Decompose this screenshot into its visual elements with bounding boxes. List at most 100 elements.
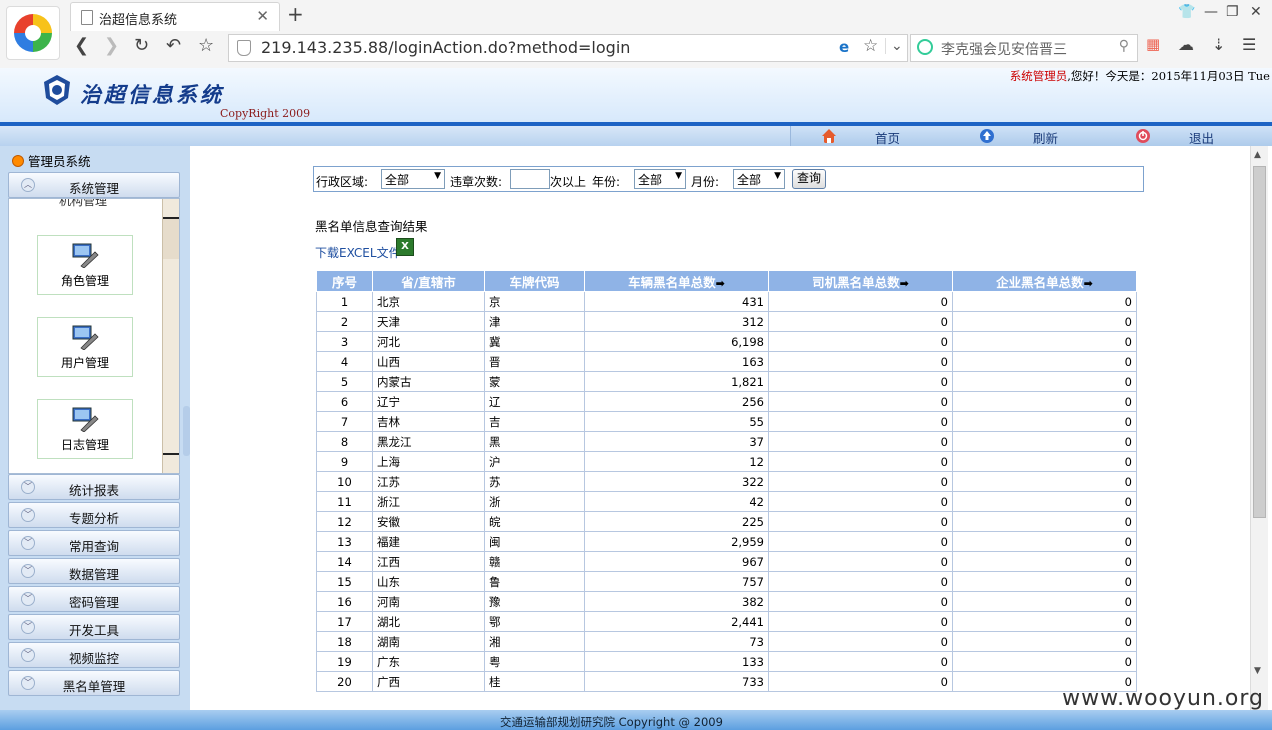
table-cell: 0 [768,611,953,632]
sidebar-category-system[interactable]: ︿ 系统管理 [8,172,180,198]
submenu-item-org[interactable]: 机构管理 [59,199,107,209]
browser-tab[interactable]: 治超信息系统 ✕ [70,2,280,31]
home-icon[interactable] [821,128,837,144]
submenu-scrollbar[interactable] [162,199,179,473]
table-cell: 辽宁 [372,391,485,412]
year-select[interactable]: 全部 ▼ [634,169,686,189]
table-cell: 0 [768,371,953,392]
table-cell: 0 [952,591,1137,612]
sort-arrow-icon[interactable]: ➡ [900,277,909,290]
home-link[interactable]: 首页 [875,128,900,147]
splitter-grip[interactable] [183,406,190,456]
url-text[interactable]: 219.143.235.88/loginAction.do?method=log… [261,38,630,57]
close-tab-icon[interactable]: ✕ [256,7,269,25]
submenu-item-users[interactable]: 用户管理 [37,317,133,377]
scroll-up-button[interactable] [163,199,179,219]
sidebar-category-analysis[interactable]: ﹀ 专题分析 [8,502,180,528]
sidebar-splitter[interactable] [183,146,190,710]
result-title: 黑名单信息查询结果 [315,219,428,234]
refresh-icon[interactable] [979,128,995,144]
sidebar-category-data[interactable]: ﹀ 数据管理 [8,558,180,584]
scroll-down-icon[interactable]: ▼ [1254,666,1261,676]
apps-icon[interactable]: ▦ [1146,35,1160,53]
shirt-icon[interactable]: 👕 [1178,4,1195,20]
page-scroll-thumb[interactable] [1253,166,1266,518]
table-cell: 湘 [484,631,585,652]
scroll-thumb[interactable] [163,219,179,259]
page-icon [81,10,93,25]
sort-arrow-icon[interactable]: ➡ [716,277,725,290]
table-cell: 吉 [484,411,585,432]
table-cell: 京 [484,291,585,312]
sortable-column-header[interactable]: 司机黑名单总数➡ [768,270,953,292]
cloud-icon[interactable]: ☁ [1178,35,1194,54]
minimize-button[interactable]: — [1204,4,1218,20]
chevron-down-icon[interactable]: ⌄ [885,38,903,54]
undo-icon[interactable]: ↶ [166,35,181,56]
excel-icon[interactable]: X [396,238,414,256]
sortable-column-header[interactable]: 企业黑名单总数➡ [952,270,1137,292]
table-cell: 0 [952,491,1137,512]
sidebar-category-password[interactable]: ﹀ 密码管理 [8,586,180,612]
sidebar-category-devtools[interactable]: ﹀ 开发工具 [8,614,180,640]
table-cell: 0 [952,631,1137,652]
sortable-column-header[interactable]: 车辆黑名单总数➡ [584,270,769,292]
table-body: 1 北京京 431 0 0 2 天津津 312 0 0 3 河北冀 6,198 0 0 4 山西晋 163 0 0 5 内… [316,291,1137,692]
table-cell: 312 [584,311,769,332]
bookmark-star-icon[interactable]: ☆ [198,35,214,56]
violations-input[interactable] [510,169,550,189]
sort-arrow-icon[interactable]: ➡ [1084,277,1093,290]
download-icon[interactable]: ⇣ [1212,35,1225,54]
search-icon[interactable]: ⚲ [1119,38,1129,54]
year-label: 年份: [592,175,621,189]
forward-icon[interactable]: ❯ [104,35,119,56]
table-cell: 431 [584,291,769,312]
table-row: 3 河北冀 6,198 0 0 [316,331,1137,352]
favorite-icon[interactable]: ☆ [863,36,878,56]
new-tab-button[interactable]: + [287,2,304,26]
table-row: 1 北京京 431 0 0 [316,291,1137,312]
scroll-down-button[interactable] [163,453,179,473]
scroll-up-icon[interactable]: ▲ [1254,150,1261,160]
sidebar-category-video[interactable]: ﹀ 视频监控 [8,642,180,668]
table-cell: 湖南 [372,631,485,652]
download-excel-link[interactable]: 下载EXCEL文件 [315,244,401,261]
table-cell: 黑龙江 [372,431,485,452]
logout-link[interactable]: 退出 [1189,128,1214,147]
table-cell: 733 [584,671,769,692]
sidebar-category-blacklist[interactable]: ﹀ 黑名单管理 [8,670,180,696]
region-label: 行政区域: [316,175,369,189]
chevron-down-icon: ▼ [774,171,781,181]
menu-icon[interactable]: ☰ [1242,35,1256,54]
table-cell: 16 [316,591,373,612]
sidebar-category-label: 密码管理 [68,595,119,610]
reload-icon[interactable]: ↻ [134,35,149,56]
query-button[interactable]: 查询 [792,169,826,189]
refresh-link[interactable]: 刷新 [1033,128,1058,147]
table-row: 4 山西晋 163 0 0 [316,351,1137,372]
table-cell: 0 [768,671,953,692]
maximize-button[interactable]: ❐ [1226,4,1239,20]
ie-mode-icon[interactable]: e [839,38,849,56]
table-cell: 0 [768,491,953,512]
table-cell: 19 [316,651,373,672]
table-cell: 0 [768,431,953,452]
table-cell: 江苏 [372,471,485,492]
sidebar-category-query[interactable]: ﹀ 常用查询 [8,530,180,556]
table-cell: 0 [768,631,953,652]
sidebar-category-reports[interactable]: ﹀ 统计报表 [8,474,180,500]
region-select[interactable]: 全部 ▼ [381,169,445,189]
month-select[interactable]: 全部 ▼ [733,169,785,189]
chevron-down-icon: ▼ [434,171,441,181]
table-cell: 6 [316,391,373,412]
table-cell: 天津 [372,311,485,332]
back-icon[interactable]: ❮ [74,35,89,56]
submenu-item-roles[interactable]: 角色管理 [37,235,133,295]
page-scrollbar[interactable]: ▲ ▼ [1250,146,1268,710]
address-bar[interactable]: 219.143.235.88/loginAction.do?method=log… [228,34,908,62]
search-input[interactable]: 李克强会见安倍晋三 [941,39,1067,59]
logout-icon[interactable] [1135,128,1151,144]
search-box[interactable]: 李克强会见安倍晋三 ⚲ [910,34,1138,62]
close-window-button[interactable]: ✕ [1250,4,1262,20]
submenu-item-logs[interactable]: 日志管理 [37,399,133,459]
